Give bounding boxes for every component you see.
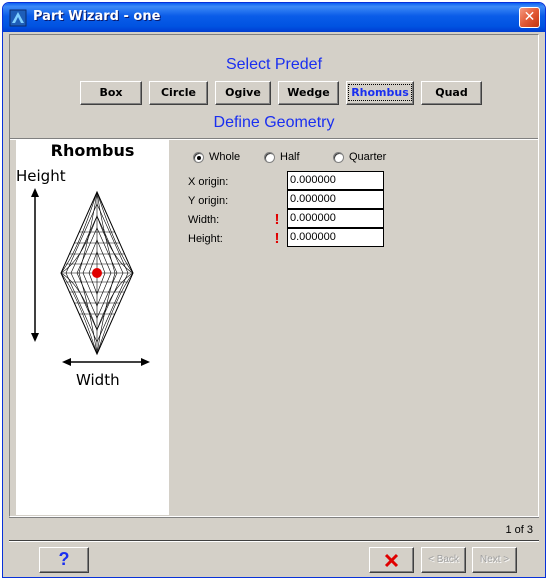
radio-whole-label: Whole xyxy=(209,151,241,163)
cancel-button[interactable] xyxy=(369,547,414,573)
geometry-form: Whole Half Quarter X origin: 0.000000 Y … xyxy=(3,3,545,577)
x-origin-label: X origin: xyxy=(188,176,229,188)
radio-half-label: Half xyxy=(280,151,300,163)
width-required-icon: ! xyxy=(274,211,280,228)
cancel-x-icon xyxy=(384,553,399,568)
next-label: Next xyxy=(479,554,501,565)
next-button[interactable]: Next > xyxy=(472,547,517,573)
back-button[interactable]: < Back xyxy=(421,547,466,573)
wizard-window: Part Wizard - one ✕ Select Predef Box Ci… xyxy=(2,2,546,578)
footer-divider xyxy=(9,540,539,542)
height-required-icon: ! xyxy=(274,230,280,247)
help-icon: ? xyxy=(58,549,70,569)
radio-half-indicator[interactable] xyxy=(264,152,275,163)
x-origin-input[interactable]: 0.000000 xyxy=(287,171,384,190)
y-origin-input[interactable]: 0.000000 xyxy=(287,190,384,209)
page-indicator: 1 of 3 xyxy=(505,524,533,536)
height-input[interactable]: 0.000000 xyxy=(287,228,384,247)
next-chevron-icon: > xyxy=(503,554,510,565)
width-label: Width: xyxy=(188,214,220,226)
radio-whole-indicator[interactable] xyxy=(193,152,204,163)
radio-quarter-indicator[interactable] xyxy=(333,152,344,163)
back-label: Back xyxy=(436,554,459,565)
width-input[interactable]: 0.000000 xyxy=(287,209,384,228)
back-chevron-icon: < xyxy=(428,554,434,565)
radio-quarter-label: Quarter xyxy=(349,151,387,163)
help-button[interactable]: ? xyxy=(39,547,89,573)
y-origin-label: Y origin: xyxy=(188,195,229,207)
height-label: Height: xyxy=(188,233,223,245)
status-bar: 1 of 3 xyxy=(9,517,539,539)
